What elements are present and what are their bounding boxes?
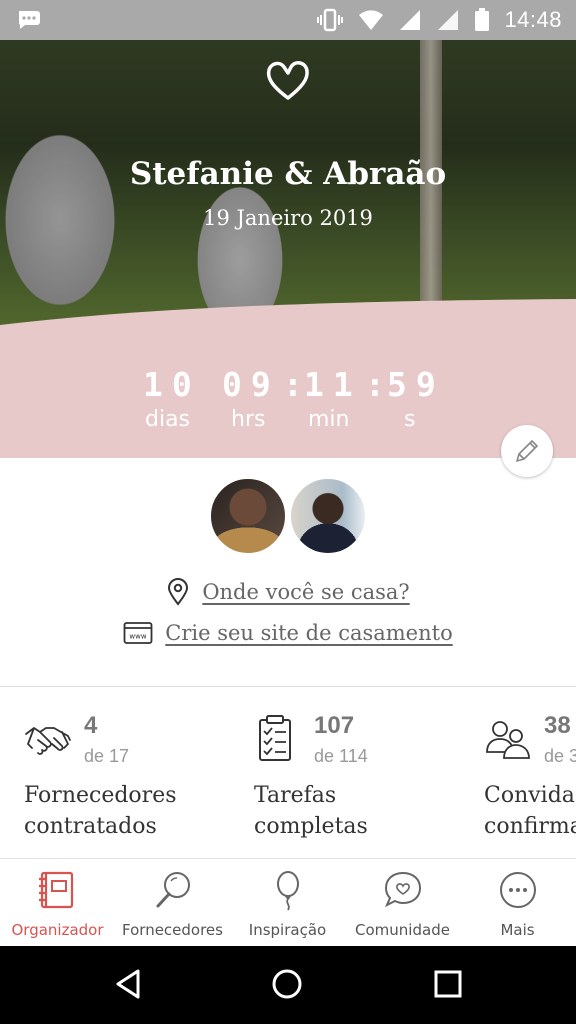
label-seconds: s: [404, 407, 416, 432]
label-hours: hrs: [231, 407, 266, 432]
nav-inspiracao[interactable]: Inspiração: [230, 859, 345, 947]
signal-icon: [400, 10, 421, 30]
label-days: dias: [145, 407, 191, 432]
more-icon: [500, 872, 536, 908]
planner-icon: [39, 871, 74, 909]
nav-label: Fornecedores: [122, 921, 223, 939]
battery-icon: [475, 8, 490, 31]
nav-fornecedores[interactable]: Fornecedores: [115, 859, 230, 947]
tasks-count: 107: [314, 712, 355, 739]
status-time: 14:48: [504, 7, 562, 32]
status-bar: 14:48: [0, 0, 576, 40]
countdown-seconds: 59: [387, 365, 445, 404]
website-link-label[interactable]: Crie seu site de casamento: [165, 621, 452, 645]
suppliers-count: 4: [84, 712, 98, 739]
avatar[interactable]: [288, 476, 368, 556]
suppliers-label-line2: contratados: [24, 814, 157, 839]
venue-link[interactable]: Onde você se casa?: [0, 578, 576, 606]
bottom-navigation: Organizador Fornecedores Inspiração Comu…: [0, 858, 576, 946]
location-pin-icon: [168, 578, 189, 606]
tasks-label-line2: completas: [254, 814, 368, 839]
nav-label: Organizador: [11, 921, 104, 939]
edit-button[interactable]: [501, 425, 553, 477]
chat-notification-icon: [19, 11, 40, 29]
wifi-icon: [359, 10, 384, 30]
tasks-label-line1: Tarefas: [254, 783, 337, 808]
home-icon[interactable]: [270, 967, 304, 1001]
heart-icon: [266, 61, 309, 100]
countdown-timer: 10 09 : 11 : 59 dias hrs min s: [0, 299, 576, 458]
suppliers-label-line1: Fornecedores: [24, 783, 177, 808]
guests-icon: [486, 721, 530, 759]
signal-icon: [438, 10, 459, 30]
magnifier-icon: [156, 872, 190, 908]
guests-count: 38: [544, 712, 571, 739]
couple-avatars[interactable]: [208, 476, 368, 556]
pencil-icon: [516, 440, 538, 462]
chat-heart-icon: [384, 871, 422, 908]
countdown-numbers: 10 09 : 11 : 59: [0, 365, 576, 405]
website-icon: www: [123, 622, 153, 644]
guests-label-line1: Convidad: [484, 783, 576, 808]
recents-icon[interactable]: [431, 967, 465, 1001]
countdown-wave: [0, 299, 576, 339]
guests-label-line2: confirma: [484, 814, 576, 839]
nav-mais[interactable]: Mais: [460, 859, 575, 947]
nav-label: Inspiração: [248, 921, 327, 939]
wedding-date: 19 Janeiro 2019: [203, 206, 373, 230]
section-divider: [0, 686, 576, 687]
couple-photo: Stefanie & Abraão 19 Janeiro 2019: [0, 40, 576, 340]
venue-link-label[interactable]: Onde você se casa?: [202, 580, 409, 604]
system-navigation-bar: [0, 946, 576, 1024]
avatar[interactable]: [208, 476, 288, 556]
balloon-icon: [277, 871, 299, 911]
svg-text:www: www: [130, 633, 147, 641]
countdown-days: 10: [143, 365, 201, 404]
countdown-minutes: 11: [304, 365, 362, 404]
nav-label: Comunidade: [355, 921, 450, 939]
countdown-hours: 09: [222, 365, 280, 404]
nav-organizador[interactable]: Organizador: [0, 859, 115, 947]
checklist-icon: [259, 715, 291, 761]
tasks-label: Tarefas completas: [254, 780, 368, 842]
guests-label: Convidad confirma: [484, 780, 576, 842]
nav-comunidade[interactable]: Comunidade: [345, 859, 460, 947]
vibrate-icon: [317, 8, 344, 32]
back-icon[interactable]: [112, 967, 146, 1001]
website-link[interactable]: www Crie seu site de casamento: [0, 621, 576, 645]
suppliers-total: de 17: [84, 746, 130, 766]
wedding-organizer-screen: 14:48 Stefanie & Abraão 19 Janeiro 2019 …: [0, 0, 576, 1024]
label-minutes: min: [308, 407, 350, 432]
guests-total: de 3: [544, 746, 576, 766]
countdown-separator: :: [365, 365, 385, 404]
countdown-separator: :: [283, 365, 303, 404]
handshake-icon: [25, 727, 71, 755]
couple-names: Stefanie & Abraão: [129, 156, 447, 192]
suppliers-label: Fornecedores contratados: [24, 780, 177, 842]
tasks-total: de 114: [314, 746, 368, 766]
nav-label: Mais: [500, 921, 535, 939]
